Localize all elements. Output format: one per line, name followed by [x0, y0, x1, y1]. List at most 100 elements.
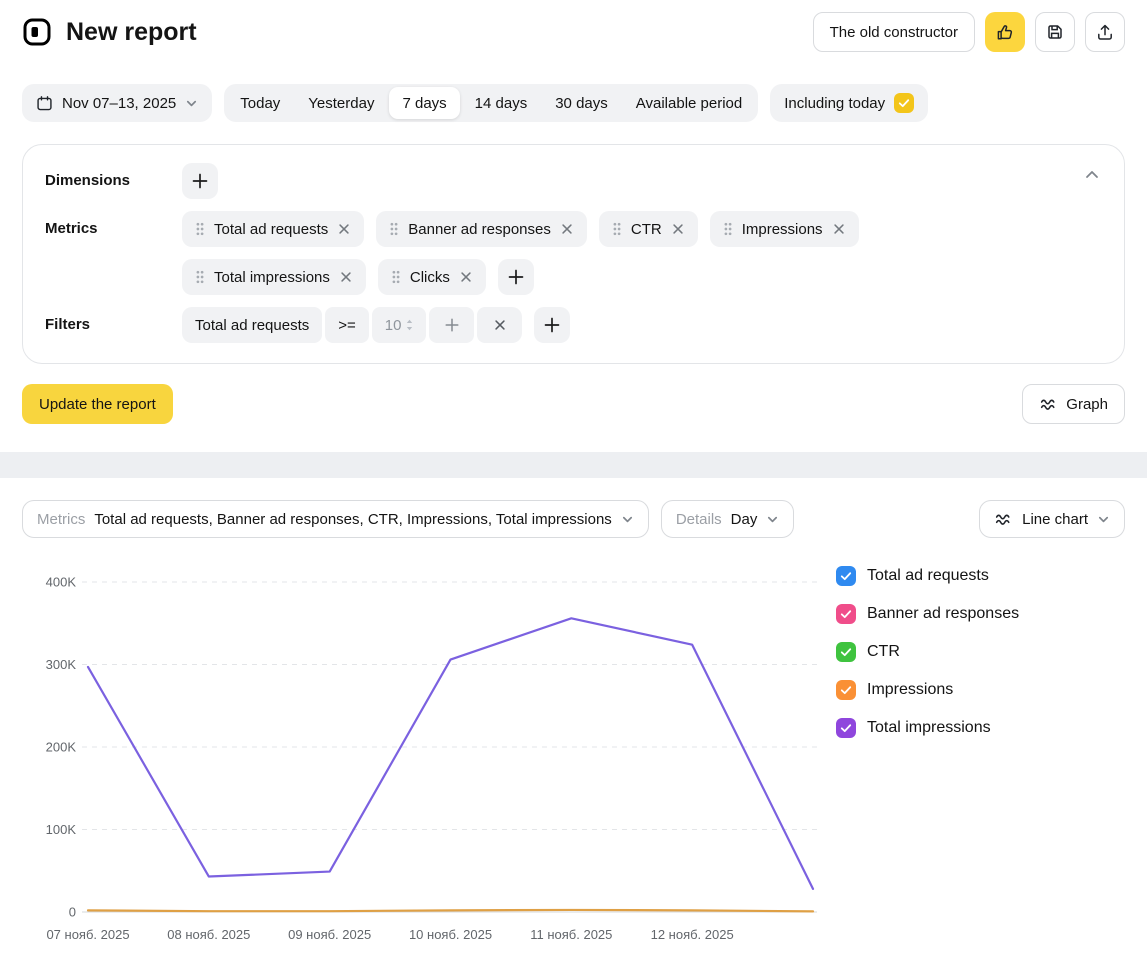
actions-row: Update the report Graph — [0, 384, 1147, 424]
metric-chip[interactable]: CTR — [599, 211, 698, 247]
update-report-button[interactable]: Update the report — [22, 384, 173, 424]
close-icon — [493, 318, 507, 332]
preset-available-period[interactable]: Available period — [623, 87, 755, 119]
legend-label: Total ad requests — [867, 567, 989, 585]
legend-item[interactable]: CTR — [836, 642, 1019, 662]
metric-chip[interactable]: Impressions — [710, 211, 859, 247]
app-logo-icon — [22, 17, 52, 47]
svg-text:08 нояб. 2025: 08 нояб. 2025 — [167, 927, 250, 942]
filters-row: Filters Total ad requests >= 10 — [45, 307, 1102, 343]
legend-checkbox[interactable] — [836, 642, 856, 662]
add-filter-condition-button[interactable] — [429, 307, 474, 343]
including-today-label: Including today — [784, 95, 885, 112]
metric-chip[interactable]: Banner ad responses — [376, 211, 587, 247]
drag-handle-icon[interactable] — [389, 221, 399, 237]
chevron-down-icon — [185, 97, 198, 110]
collapse-panel-button[interactable] — [1084, 167, 1100, 183]
metric-chip[interactable]: Total impressions — [182, 259, 366, 295]
preset-7-days[interactable]: 7 days — [389, 87, 459, 119]
preset-14-days[interactable]: 14 days — [462, 87, 541, 119]
drag-handle-icon[interactable] — [723, 221, 733, 237]
thumbs-up-icon — [995, 22, 1015, 42]
legend-item[interactable]: Impressions — [836, 680, 1019, 700]
legend-item[interactable]: Total impressions — [836, 718, 1019, 738]
legend-label: Banner ad responses — [867, 605, 1019, 623]
remove-metric-icon[interactable] — [560, 222, 574, 236]
legend-label: Total impressions — [867, 719, 991, 737]
legend-checkbox[interactable] — [836, 566, 856, 586]
drag-handle-icon[interactable] — [612, 221, 622, 237]
svg-text:300K: 300K — [46, 657, 77, 672]
remove-metric-icon[interactable] — [671, 222, 685, 236]
like-button[interactable] — [985, 12, 1025, 52]
header: New report The old constructor — [0, 0, 1147, 52]
legend-checkbox[interactable] — [836, 680, 856, 700]
add-metric-button[interactable] — [498, 259, 534, 295]
old-constructor-button[interactable]: The old constructor — [813, 12, 975, 52]
filter-value-input[interactable]: 10 — [372, 307, 427, 343]
dimensions-label: Dimensions — [45, 163, 182, 199]
legend-item[interactable]: Banner ad responses — [836, 604, 1019, 624]
filters-label: Filters — [45, 307, 182, 343]
date-range-picker[interactable]: Nov 07–13, 2025 — [22, 84, 212, 122]
svg-text:07 нояб. 2025: 07 нояб. 2025 — [46, 927, 129, 942]
details-select[interactable]: Details Day — [661, 500, 795, 538]
chart-legend: Total ad requests Banner ad responses CTR I… — [836, 564, 1019, 756]
chevron-down-icon — [621, 513, 634, 526]
preset-today[interactable]: Today — [227, 87, 293, 119]
filter-condition: Total ad requests >= 10 — [182, 307, 522, 343]
save-icon — [1045, 22, 1065, 42]
graph-view-button[interactable]: Graph — [1022, 384, 1125, 424]
stepper-arrows-icon[interactable] — [406, 318, 413, 332]
legend-checkbox[interactable] — [836, 718, 856, 738]
add-filter-button[interactable] — [534, 307, 570, 343]
drag-handle-icon[interactable] — [195, 221, 205, 237]
metric-chip[interactable]: Clicks — [378, 259, 486, 295]
remove-metric-icon[interactable] — [459, 270, 473, 284]
period-presets: TodayYesterday7 days14 days30 daysAvaila… — [224, 84, 758, 122]
filter-field[interactable]: Total ad requests — [182, 307, 322, 343]
chart-type-select[interactable]: Line chart — [979, 500, 1125, 538]
remove-metric-icon[interactable] — [832, 222, 846, 236]
remove-metric-icon[interactable] — [339, 270, 353, 284]
metrics-select[interactable]: Metrics Total ad requests, Banner ad res… — [22, 500, 649, 538]
including-today-toggle[interactable]: Including today — [770, 84, 928, 122]
legend-item[interactable]: Total ad requests — [836, 566, 1019, 586]
metrics-select-value: Total ad requests, Banner ad responses, … — [94, 511, 611, 528]
svg-text:400K: 400K — [46, 575, 77, 590]
metric-chip-label: Banner ad responses — [408, 221, 551, 238]
chevron-down-icon — [1097, 513, 1110, 526]
remove-metric-icon[interactable] — [337, 222, 351, 236]
svg-text:11 нояб. 2025: 11 нояб. 2025 — [530, 927, 612, 942]
svg-text:09 нояб. 2025: 09 нояб. 2025 — [288, 927, 371, 942]
plus-icon — [507, 268, 525, 286]
metric-chip-label: CTR — [631, 221, 662, 238]
check-icon — [839, 569, 853, 583]
svg-text:100K: 100K — [46, 822, 77, 837]
metric-chip-label: Impressions — [742, 221, 823, 238]
preset-30-days[interactable]: 30 days — [542, 87, 621, 119]
period-toolbar: Nov 07–13, 2025 TodayYesterday7 days14 d… — [0, 84, 1147, 122]
add-dimension-button[interactable] — [182, 163, 218, 199]
save-button[interactable] — [1035, 12, 1075, 52]
date-range-label: Nov 07–13, 2025 — [62, 95, 176, 112]
remove-filter-button[interactable] — [477, 307, 522, 343]
legend-label: Impressions — [867, 681, 953, 699]
drag-handle-icon[interactable] — [391, 269, 401, 285]
chart-type-value: Line chart — [1022, 511, 1088, 528]
filter-operator[interactable]: >= — [325, 307, 369, 343]
svg-text:200K: 200K — [46, 740, 77, 755]
metric-chip-label: Clicks — [410, 269, 450, 286]
check-icon — [897, 96, 911, 110]
plus-icon — [191, 172, 209, 190]
check-icon — [839, 683, 853, 697]
drag-handle-icon[interactable] — [195, 269, 205, 285]
metric-chip-label: Total ad requests — [214, 221, 328, 238]
including-today-checkbox[interactable] — [894, 93, 914, 113]
chevron-up-icon — [1084, 167, 1100, 183]
metric-chip[interactable]: Total ad requests — [182, 211, 364, 247]
legend-checkbox[interactable] — [836, 604, 856, 624]
share-button[interactable] — [1085, 12, 1125, 52]
preset-yesterday[interactable]: Yesterday — [295, 87, 387, 119]
check-icon — [839, 607, 853, 621]
